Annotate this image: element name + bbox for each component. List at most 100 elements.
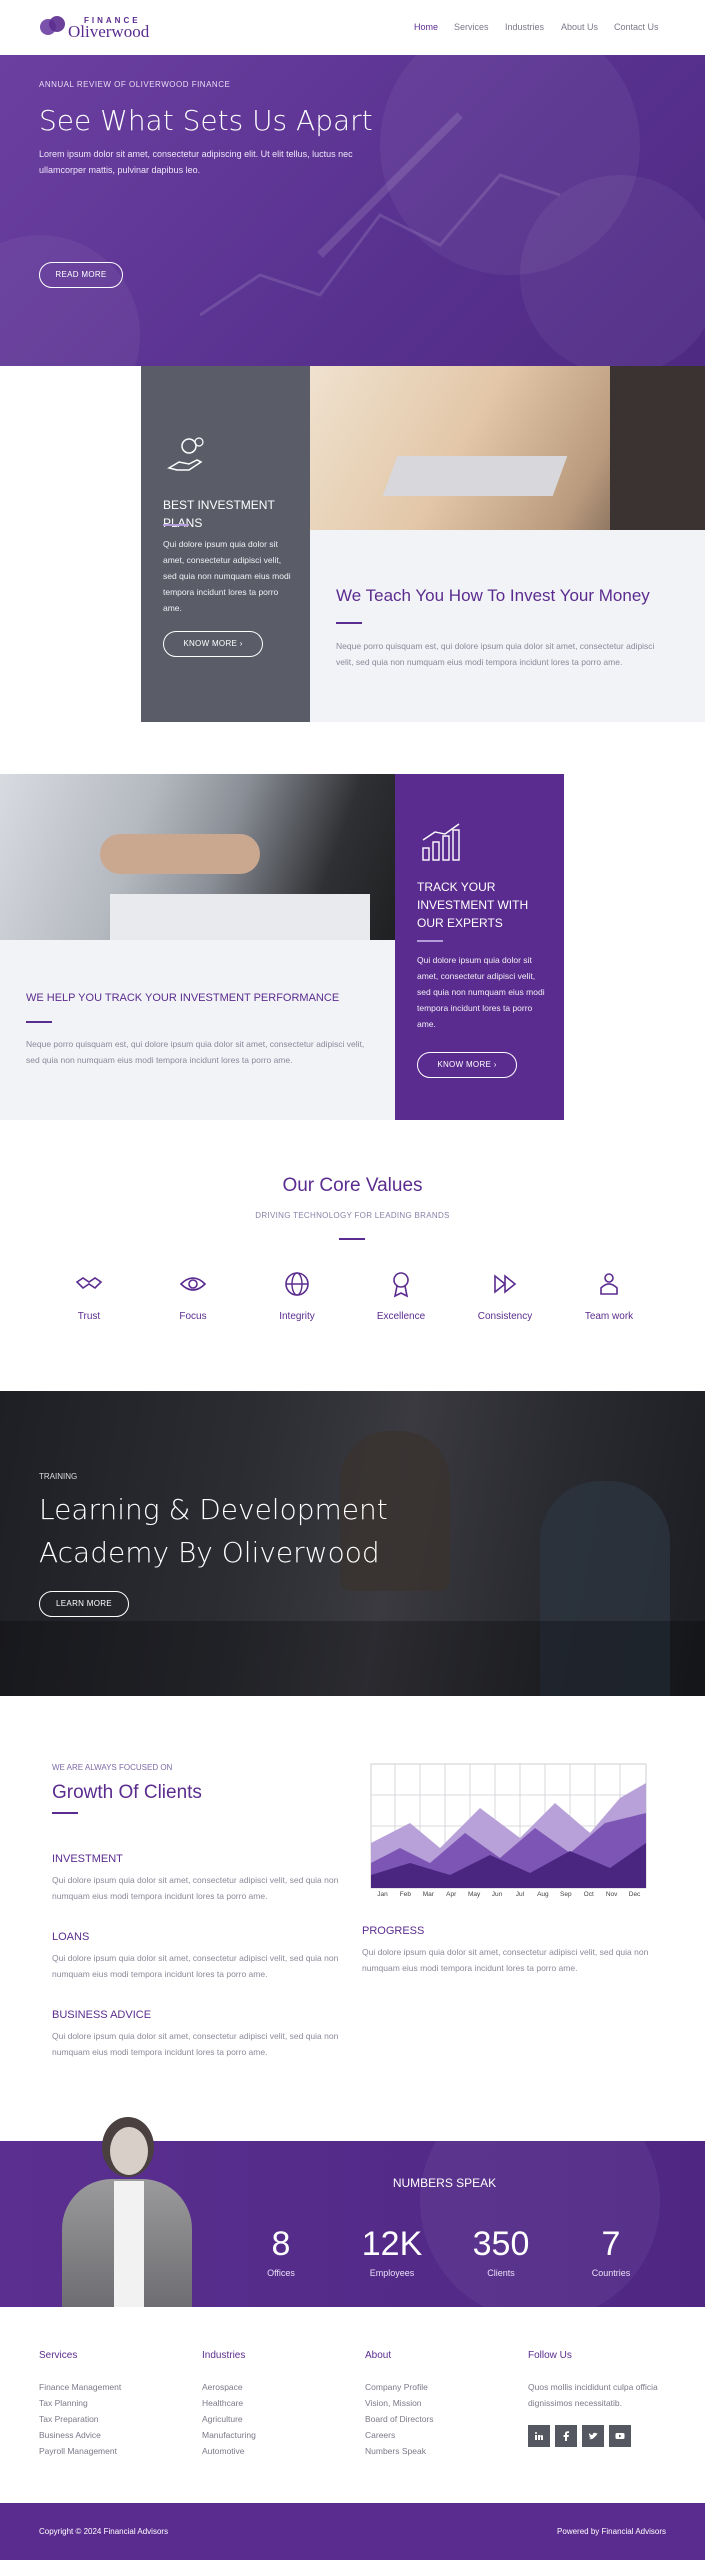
award-icon — [393, 1272, 409, 1298]
section-divider — [26, 1021, 52, 1023]
footer-about-title: About — [365, 2350, 392, 2361]
value-consistency: Consistency — [460, 1270, 550, 1322]
section-text: Neque porro quisquam est, qui dolore ips… — [336, 641, 655, 667]
footer-link[interactable]: Board of Directors — [365, 2411, 434, 2427]
money-hand-icon — [167, 437, 204, 471]
button-label: KNOW MORE — [183, 639, 238, 648]
brand-name[interactable]: Oliverwood — [68, 22, 149, 42]
growth-area-chart: Jan Feb Mar Apr May Jun Jul Aug Sep Oct Nov Dec — [370, 1763, 647, 1898]
value-label: Team work — [584, 1311, 634, 1322]
growth-item-text: Qui dolore ipsum quia dolor sit amet, co… — [52, 1953, 339, 1979]
facebook-icon[interactable] — [555, 2425, 577, 2447]
value-label: Focus — [179, 1311, 207, 1322]
chart-month-labels: Jan Feb Mar Apr May Jun Jul Aug Sep Oct Nov Dec — [377, 1891, 641, 1898]
logo-icon[interactable] — [39, 14, 67, 38]
footer-link[interactable]: Agriculture — [202, 2411, 256, 2427]
footer-services-title: Services — [39, 2350, 78, 2361]
card-divider — [417, 940, 443, 942]
progress-text: Qui dolore ipsum quia dolor sit amet, co… — [362, 1947, 649, 1973]
values-subtitle: DRIVING TECHNOLOGY FOR LEADING BRANDS — [255, 1211, 450, 1220]
card-divider — [163, 524, 189, 526]
value-excellence: Excellence — [356, 1270, 446, 1322]
nav-home[interactable]: Home — [414, 22, 438, 32]
growth-divider — [52, 1812, 78, 1814]
know-more-button[interactable]: KNOW MORE › — [163, 631, 263, 657]
chart-month-label: Feb — [400, 1891, 412, 1898]
footer: Services Finance Management Tax Planning… — [0, 2307, 705, 2503]
advisor-portrait — [52, 2115, 212, 2307]
footer-follow-text: Quos mollis incididunt culpa officia dig… — [528, 2382, 658, 2408]
stat-value: 350 — [472, 2225, 530, 2263]
card-text: Qui dolore ipsum quia dolor sit amet, co… — [163, 539, 291, 613]
footer-link[interactable]: Healthcare — [202, 2395, 256, 2411]
value-integrity: Integrity — [252, 1270, 342, 1322]
section-title: We Teach You How To Invest Your Money — [336, 586, 650, 605]
twitter-icon[interactable] — [582, 2425, 604, 2447]
footer-services-links: Finance Management Tax Planning Tax Prep… — [39, 2379, 121, 2459]
value-team-work: Team work — [564, 1270, 654, 1322]
growth-item-heading: LOANS — [52, 1931, 90, 1943]
footer-industries-title: Industries — [202, 2350, 246, 2361]
values-divider — [339, 1238, 365, 1240]
chart-month-label: Oct — [584, 1891, 594, 1898]
linkedin-icon[interactable] — [528, 2425, 550, 2447]
section-divider — [336, 622, 362, 624]
table-shape — [0, 1621, 705, 1696]
nav-about-us[interactable]: About Us — [561, 22, 598, 32]
footer-link[interactable]: Aerospace — [202, 2379, 256, 2395]
stat-label: Clients — [487, 2268, 515, 2278]
bar-chart-icon — [422, 823, 460, 861]
value-label: Trust — [77, 1311, 101, 1322]
teach-panel: We Teach You How To Invest Your Money Ne… — [310, 530, 705, 722]
copyright-text: Copyright © 2024 Financial Advisors — [39, 2527, 169, 2536]
footer-link[interactable]: Business Advice — [39, 2427, 121, 2443]
stat-value: 12K — [361, 2225, 423, 2263]
hero-banner — [0, 55, 705, 366]
footer-link[interactable]: Vision, Mission — [365, 2395, 434, 2411]
globe-icon — [285, 1272, 309, 1296]
values-title: Our Core Values — [282, 1175, 423, 1196]
chart-month-label: Sep — [560, 1891, 572, 1898]
nav-industries[interactable]: Industries — [505, 22, 544, 32]
footer-link[interactable]: Tax Preparation — [39, 2411, 121, 2427]
track-panel: WE HELP YOU TRACK YOUR INVESTMENT PERFOR… — [0, 940, 395, 1120]
bottom-bar: Copyright © 2024 Financial Advisors Powe… — [0, 2503, 705, 2560]
footer-link[interactable]: Tax Planning — [39, 2395, 121, 2411]
footer-about-links: Company Profile Vision, Mission Board of… — [365, 2379, 434, 2459]
know-more-button[interactable]: KNOW MORE › — [417, 1052, 517, 1078]
hero-title: See What Sets Us Apart — [39, 104, 373, 137]
portrait-face — [110, 2127, 148, 2175]
footer-link[interactable]: Manufacturing — [202, 2427, 256, 2443]
academy-title: Learning & Development Academy By Oliver… — [39, 1493, 388, 1569]
learn-more-button[interactable]: LEARN MORE — [39, 1591, 129, 1617]
growth-item-text: Qui dolore ipsum quia dolor sit amet, co… — [52, 2031, 339, 2057]
growth-title: Growth Of Clients — [52, 1782, 202, 1803]
numbers-title: NUMBERS SPEAK — [392, 2176, 497, 2190]
handshake-icon — [75, 1277, 103, 1290]
forward-icon — [494, 1274, 517, 1294]
chart-month-label: Dec — [629, 1891, 641, 1898]
handshake-photo — [0, 774, 395, 940]
growth-item-heading: BUSINESS ADVICE — [52, 2009, 152, 2021]
footer-link[interactable]: Automotive — [202, 2443, 256, 2459]
read-more-button[interactable]: READ MORE — [39, 262, 123, 288]
button-label: KNOW MORE — [437, 1060, 492, 1069]
chart-month-label: Jun — [492, 1891, 503, 1898]
chart-month-label: Jul — [516, 1891, 525, 1898]
value-label: Consistency — [477, 1311, 533, 1322]
footer-link[interactable]: Careers — [365, 2427, 434, 2443]
laptop-shape — [382, 456, 568, 496]
stat-label: Offices — [267, 2268, 295, 2278]
hero-text: Lorem ipsum dolor sit amet, consectetur … — [39, 149, 353, 175]
footer-link[interactable]: Payroll Management — [39, 2443, 121, 2459]
chart-month-label: Aug — [537, 1891, 549, 1898]
nav-services[interactable]: Services — [454, 22, 489, 32]
stat-value: 7 — [601, 2225, 621, 2263]
stat-value: 8 — [271, 2225, 291, 2263]
chart-month-label: Apr — [446, 1891, 457, 1898]
nav-contact-us[interactable]: Contact Us — [614, 22, 659, 32]
footer-link[interactable]: Numbers Speak — [365, 2443, 434, 2459]
youtube-icon[interactable] — [609, 2425, 631, 2447]
footer-link[interactable]: Finance Management — [39, 2379, 121, 2395]
footer-link[interactable]: Company Profile — [365, 2379, 434, 2395]
